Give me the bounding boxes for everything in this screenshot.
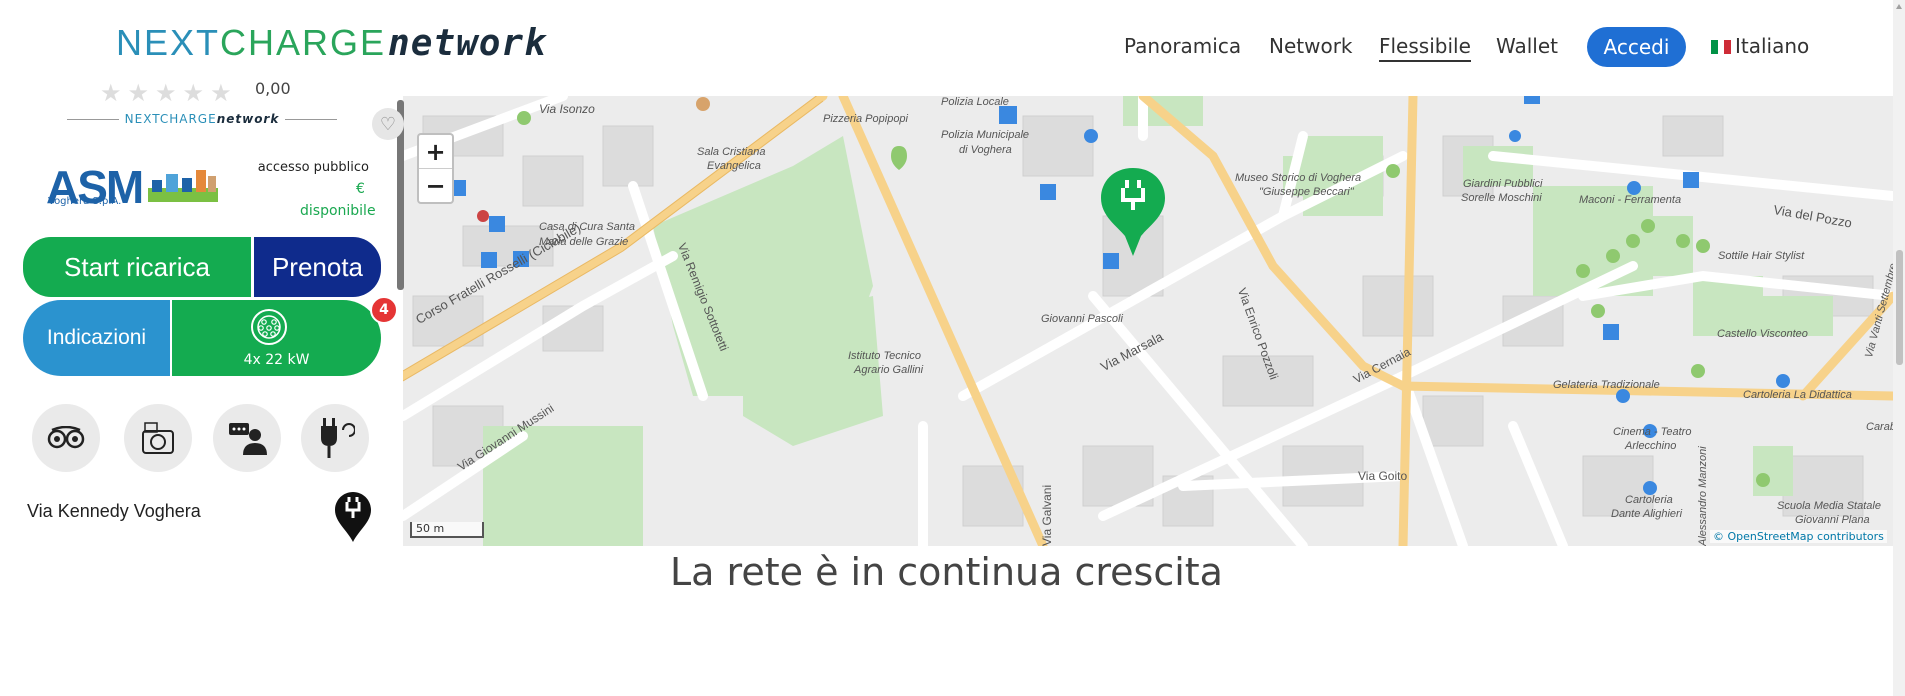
availability-status: disponibile bbox=[300, 203, 376, 219]
map-view[interactable]: Via Isonzo Pizzeria Popipopi Polizia Loc… bbox=[403, 96, 1893, 546]
connector-button[interactable]: 4x 22 kW bbox=[172, 300, 381, 376]
map-label-museo: Museo Storico di Voghera bbox=[1235, 172, 1362, 184]
attribution-link[interactable]: OpenStreetMap contributors bbox=[1728, 530, 1884, 543]
price-symbol: € bbox=[356, 181, 365, 197]
type2-connector-icon bbox=[251, 309, 287, 345]
zoom-out-button[interactable]: − bbox=[419, 169, 452, 202]
language-selector[interactable]: Italiano bbox=[1735, 34, 1809, 58]
map-label-alessandro: Alessandro Manzoni bbox=[1697, 446, 1709, 546]
map-label-agrario: Agrario Gallini bbox=[854, 364, 924, 376]
map-tiles bbox=[403, 96, 1893, 546]
italian-flag-icon[interactable] bbox=[1711, 40, 1732, 54]
map-zoom-control: + − bbox=[417, 133, 454, 204]
network-divider: NEXTCHARGEnetwork bbox=[67, 110, 337, 128]
map-label-cinema: Cinema - Teatro bbox=[1613, 426, 1692, 438]
network-label: NEXTCHARGEnetwork bbox=[119, 112, 286, 126]
map-label-cartoleria-didattica: Cartoleria La Didattica bbox=[1743, 389, 1852, 401]
map-label-sottile: Sottile Hair Stylist bbox=[1718, 250, 1805, 262]
map-label-polizia-municipale: Polizia Municipale bbox=[941, 129, 1030, 141]
map-label-giovanni-pascoli: Giovanni Pascoli bbox=[1041, 313, 1123, 325]
map-label-di-voghera: di Voghera bbox=[959, 144, 1012, 156]
map-label-giuseppe: "Giuseppe Beccari" bbox=[1259, 186, 1354, 198]
nextcharge-logo[interactable]: NEXTCHARGEnetwork bbox=[116, 22, 547, 64]
map-label-carab: Carab bbox=[1866, 421, 1893, 433]
map-label-via-galvani: Via Galvani bbox=[1040, 484, 1054, 546]
logo-next: NEXT bbox=[116, 22, 221, 63]
start-charging-button[interactable]: Start ricarica bbox=[23, 237, 251, 297]
plug-refresh-icon[interactable] bbox=[301, 404, 369, 472]
map-label-dante: Dante Alighieri bbox=[1611, 508, 1683, 520]
connector-power-label: 4x 22 kW bbox=[243, 352, 310, 368]
map-label-pizzeria: Pizzeria Popipopi bbox=[823, 113, 908, 125]
map-label-giovanni-plana: Giovanni Plana bbox=[1795, 514, 1870, 526]
page-scrollbar-thumb[interactable] bbox=[1896, 250, 1903, 365]
add-favorite-icon[interactable]: ♡ bbox=[372, 108, 404, 140]
logo-charge: CHARGE bbox=[220, 22, 387, 63]
map-label-via-goito: Via Goito bbox=[1358, 469, 1408, 483]
nav-network[interactable]: Network bbox=[1269, 34, 1353, 58]
map-label-gelateria: Gelateria Tradizionale bbox=[1553, 379, 1660, 391]
map-scale: 50 m bbox=[410, 522, 484, 538]
logo-network: network bbox=[388, 23, 547, 64]
map-label-castello: Castello Visconteo bbox=[1717, 328, 1808, 340]
zoom-in-button[interactable]: + bbox=[419, 135, 452, 169]
nav-wallet[interactable]: Wallet bbox=[1496, 34, 1558, 58]
map-label-cartoleria: Cartoleria bbox=[1625, 494, 1673, 506]
camera-icon[interactable] bbox=[124, 404, 192, 472]
directions-button[interactable]: Indicazioni bbox=[23, 300, 170, 376]
map-label-scuola: Scuola Media Statale bbox=[1777, 500, 1881, 512]
nav-panoramica[interactable]: Panoramica bbox=[1124, 34, 1241, 58]
charging-station-pin-icon bbox=[335, 492, 371, 542]
connector-count-badge: 4 bbox=[370, 296, 398, 324]
map-label-giardini: Giardini Pubblici bbox=[1463, 178, 1543, 190]
access-type: accesso pubblico bbox=[257, 160, 369, 175]
map-label-casa-cura: Casa di Cura Santa bbox=[539, 221, 635, 233]
map-attribution[interactable]: © OpenStreetMap contributors bbox=[1710, 530, 1887, 543]
scroll-up-arrow-icon[interactable] bbox=[1896, 4, 1902, 9]
map-label-polizia-locale: Polizia Locale bbox=[941, 96, 1009, 108]
nav-flessibile[interactable]: Flessibile bbox=[1379, 34, 1471, 62]
station-address: Via Kennedy Voghera bbox=[27, 501, 201, 521]
map-label-maconi: Maconi - Ferramenta bbox=[1579, 194, 1682, 206]
operator-logo-graphic bbox=[148, 170, 218, 202]
map-label-sala-cristiana: Sala Cristiana bbox=[697, 146, 766, 158]
map-label-evangelica: Evangelica bbox=[707, 160, 761, 172]
login-button[interactable]: Accedi bbox=[1587, 27, 1686, 67]
operator-subtitle: Voghera S.p.A. bbox=[48, 196, 122, 207]
network-label-brand: NEXTCHARGE bbox=[124, 112, 217, 126]
map-label-arlecchino: Arlecchino bbox=[1625, 440, 1677, 452]
map-label-via-isonzo: Via Isonzo bbox=[539, 102, 595, 116]
page-headline: La rete è in continua crescita bbox=[670, 550, 1223, 594]
book-button[interactable]: Prenota bbox=[254, 237, 381, 297]
tripadvisor-icon[interactable] bbox=[32, 404, 100, 472]
map-label-istituto: Istituto Tecnico bbox=[848, 350, 921, 362]
rating-stars[interactable]: ★★★★★ bbox=[100, 79, 238, 107]
network-label-suffix: network bbox=[216, 112, 280, 126]
map-label-sorelle: Sorelle Moschini bbox=[1461, 192, 1542, 204]
chat-support-icon[interactable] bbox=[213, 404, 281, 472]
attribution-symbol: © bbox=[1713, 530, 1724, 543]
rating-value: 0,00 bbox=[255, 79, 291, 98]
